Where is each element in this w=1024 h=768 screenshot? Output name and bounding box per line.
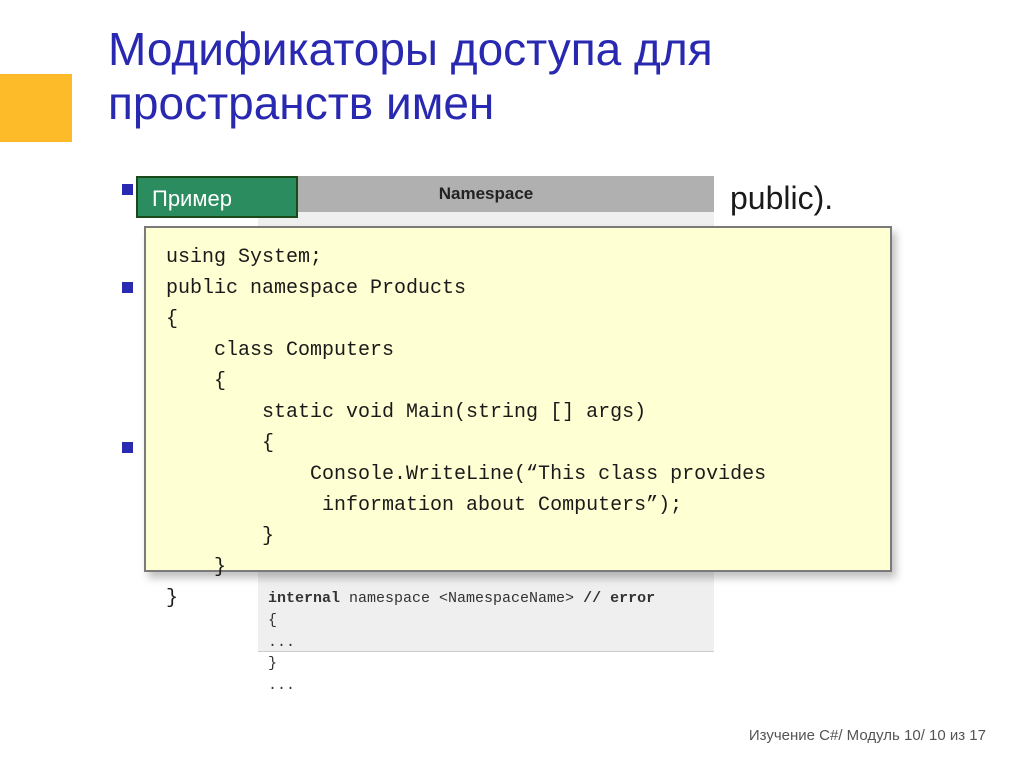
example-label: Пример [136,176,298,218]
accent-block [0,74,72,142]
code-example-text: using System; public namespace Products … [166,242,870,614]
code-example-box: using System; public namespace Products … [144,226,892,572]
slide-title: Модификаторы доступа для пространств име… [108,22,928,131]
bullet-marker [122,442,133,464]
background-panel-header: Namespace [258,176,714,212]
slide-footer: Изучение C#/ Модуль 10/ 10 из 17 [749,727,986,744]
bullet-marker [122,282,133,304]
bullet-marker [122,184,133,206]
visible-body-fragment: public). [730,180,833,217]
